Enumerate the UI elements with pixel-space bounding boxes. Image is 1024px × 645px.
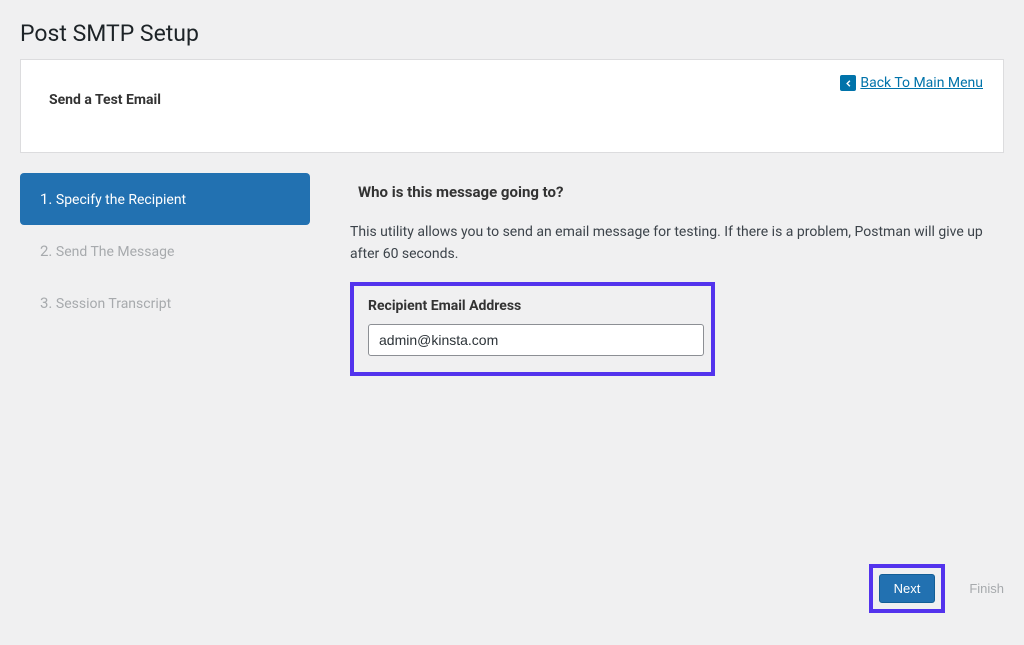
page-title: Post SMTP Setup [20,0,1004,59]
step-number: 2. [40,242,52,260]
step-label: Send The Message [56,244,175,260]
footer-buttons: Next Finish [869,564,1004,613]
next-button[interactable]: Next [879,574,936,603]
step-specify-recipient[interactable]: 1. Specify the Recipient [20,173,310,225]
finish-button: Finish [969,575,1004,602]
next-button-highlight: Next [869,564,946,613]
step-label: Session Transcript [56,296,171,312]
panel-heading: Who is this message going to? [350,173,1004,221]
panel-description: This utility allows you to send an email… [350,221,1004,266]
back-arrow-icon [840,75,856,91]
main-panel: Who is this message going to? This utili… [350,173,1004,613]
recipient-email-input[interactable] [368,324,704,356]
step-number: 1. [40,190,52,208]
back-to-main-link[interactable]: Back To Main Menu [840,75,983,91]
step-number: 3. [40,294,52,312]
header-card: Back To Main Menu Send a Test Email [20,59,1004,153]
wizard-container: 1. Specify the Recipient 2. Send The Mes… [20,173,1004,613]
step-send-message[interactable]: 2. Send The Message [20,225,310,277]
recipient-field-label: Recipient Email Address [368,298,697,314]
header-title: Send a Test Email [49,92,975,108]
steps-sidebar: 1. Specify the Recipient 2. Send The Mes… [20,173,310,613]
step-session-transcript[interactable]: 3. Session Transcript [20,277,310,329]
step-label: Specify the Recipient [56,192,186,208]
recipient-highlight-box: Recipient Email Address [350,282,715,376]
back-link-label: Back To Main Menu [860,75,983,91]
